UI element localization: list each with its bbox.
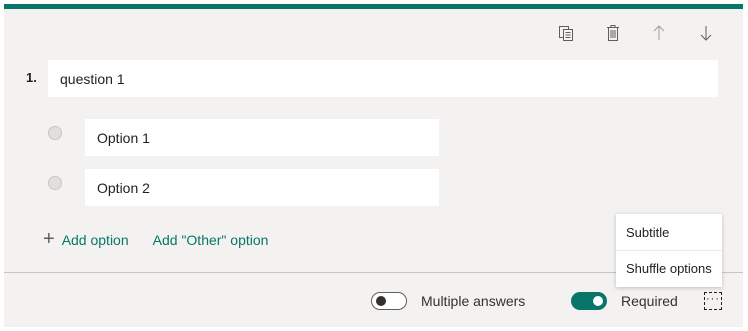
move-down-button[interactable] — [693, 20, 719, 46]
required-label: Required — [621, 293, 678, 309]
more-options-button[interactable]: ··· — [704, 292, 722, 310]
move-up-button[interactable] — [646, 20, 672, 46]
required-toggle[interactable] — [571, 292, 607, 310]
add-option-label: Add option — [61, 232, 129, 248]
option-radio — [48, 176, 62, 190]
multiple-answers-toggle[interactable] — [371, 292, 407, 310]
question-number: 1. — [26, 70, 37, 85]
delete-question-button[interactable] — [600, 20, 626, 46]
delete-icon — [607, 25, 619, 41]
more-options-menu: Subtitle Shuffle options — [616, 214, 722, 287]
option-input[interactable]: Option 1 — [85, 119, 439, 156]
plus-icon: + — [43, 228, 55, 250]
option-input[interactable]: Option 2 — [85, 169, 439, 206]
move-down-icon — [700, 26, 712, 41]
menu-item-subtitle[interactable]: Subtitle — [616, 214, 722, 250]
add-other-option-button[interactable]: Add "Other" option — [153, 232, 269, 248]
option-radio — [48, 126, 62, 140]
menu-item-shuffle-options[interactable]: Shuffle options — [616, 250, 722, 286]
question-title-input[interactable]: question 1 — [48, 60, 718, 97]
add-option-button[interactable]: + Add option — [43, 228, 129, 250]
question-card: 1. question 1 Option 1 Option 2 + Add op… — [4, 4, 743, 327]
move-up-icon — [653, 25, 665, 40]
copy-question-button[interactable] — [553, 20, 579, 46]
add-options-row: + Add option Add "Other" option — [43, 228, 269, 250]
ellipsis-icon: ··· — [706, 293, 720, 305]
toggle-knob — [376, 296, 386, 306]
multiple-answers-label: Multiple answers — [421, 293, 526, 309]
accent-bar — [4, 4, 743, 9]
copy-icon — [559, 26, 573, 41]
toggle-knob — [593, 296, 603, 306]
